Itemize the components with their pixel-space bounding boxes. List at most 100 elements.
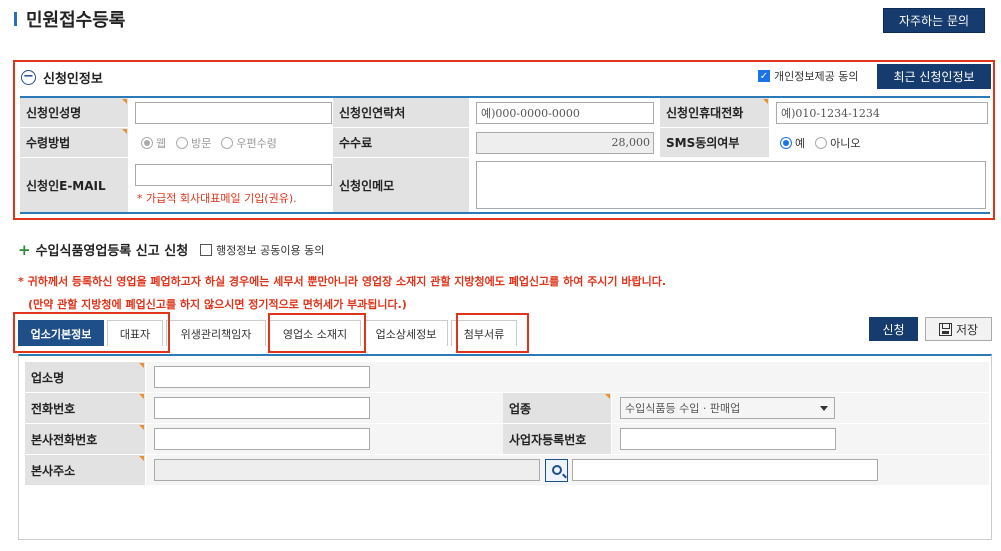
apply-button[interactable]: 신청 xyxy=(869,317,918,341)
biz-reg-input[interactable] xyxy=(620,428,836,450)
closure-notice: * 귀하께서 등록하신 영업을 폐업하고자 하실 경우에는 세무서 뿐만아니라 … xyxy=(18,275,667,288)
recent-applicant-button[interactable]: 최근 신청인정보 xyxy=(877,64,991,89)
receive-cell: 웹 방문 우편수령 xyxy=(129,128,333,157)
collapse-minus-icon[interactable]: − xyxy=(21,69,36,85)
email-label: 신청인E-MAIL xyxy=(26,178,106,193)
fee-label: 수수료 xyxy=(339,136,373,150)
radio-icon[interactable] xyxy=(815,136,828,149)
fee-value: 28,000 xyxy=(476,131,654,154)
memo-cell xyxy=(470,158,990,212)
sms-no-label: 아니오 xyxy=(830,136,861,150)
closure-notice-sub: (만약 관할 지방청에 폐업신고를 하지 않으시면 정기적으로 면허세가 부과됩… xyxy=(28,298,407,311)
biz-reg-cell xyxy=(612,424,989,455)
hq-phone-input[interactable] xyxy=(154,428,370,450)
receive-mail-radio[interactable]: 우편수령 xyxy=(221,135,277,151)
required-marker-icon xyxy=(122,99,127,104)
contact-cell: 예)000-0000-0000 xyxy=(470,98,660,127)
receive-visit-radio[interactable]: 방문 xyxy=(176,135,211,151)
tab-details[interactable]: 업소상세정보 xyxy=(364,320,448,346)
sms-header: SMS동의여부 xyxy=(660,128,770,157)
sms-yes-label: 예 xyxy=(795,136,806,150)
hq-address-zip-input[interactable] xyxy=(154,459,540,481)
applicant-contact-input[interactable]: 예)000-0000-0000 xyxy=(476,101,654,124)
name-label: 신청인성명 xyxy=(26,106,82,120)
required-marker-icon xyxy=(605,394,610,399)
biz-reg-header: 사업자등록번호 xyxy=(503,424,612,455)
address-search-button[interactable] xyxy=(545,458,568,482)
applicant-header: − 신청인정보 xyxy=(21,65,103,89)
table-row: 업소명 xyxy=(25,362,989,393)
tab-hygiene-manager[interactable]: 위생관리책임자 xyxy=(166,320,266,346)
fee-cell: 28,000 xyxy=(470,128,660,157)
email-header: 신청인E-MAIL xyxy=(20,158,129,212)
memo-label: 신청인메모 xyxy=(339,178,395,193)
applicant-email-input[interactable] xyxy=(135,164,332,186)
checkbox-checked-icon[interactable]: ✓ xyxy=(758,70,770,82)
biz-type-select[interactable]: 수입식품등 수입 · 판매업 xyxy=(620,397,835,419)
plus-icon: + xyxy=(18,240,31,259)
table-row: 본사전화번호 사업자등록번호 xyxy=(25,424,989,455)
checkbox-icon[interactable] xyxy=(200,243,213,256)
phone-input[interactable] xyxy=(154,397,370,419)
receive-mail-label: 우편수령 xyxy=(236,136,277,150)
hq-phone-header: 본사전화번호 xyxy=(25,424,146,455)
fee-header: 수수료 xyxy=(333,128,470,157)
hq-phone-cell xyxy=(146,424,503,455)
radio-selected-icon[interactable] xyxy=(141,136,153,149)
email-hint: * 가급적 회사대표메일 기입(권유). xyxy=(137,192,297,205)
admin-share-label: 행정정보 공동이용 동의 xyxy=(216,243,325,257)
name-header: 신청인성명 xyxy=(20,98,129,127)
phone-label: 전화번호 xyxy=(31,401,76,416)
hq-address-label: 본사주소 xyxy=(31,463,76,478)
business-section-header: + 수입식품영업등록 신고 신청 행정정보 공동이용 동의 xyxy=(18,240,324,260)
biz-type-header: 업종 xyxy=(503,393,612,424)
highlight-box xyxy=(456,313,529,353)
sms-yes-radio[interactable]: 예 xyxy=(780,135,805,151)
business-info-panel: 업소명 전화번호 업종 수입식품등 수입 · 판매업 본사전화번호 사업자등록번… xyxy=(18,354,992,540)
applicant-name-input[interactable] xyxy=(135,101,332,124)
highlight-box xyxy=(13,312,170,353)
required-marker-icon xyxy=(122,129,127,134)
table-row: 본사주소 xyxy=(25,455,989,486)
table-row: 신청인성명 신청인연락처 예)000-0000-0000 신청인휴대전화 예)0… xyxy=(20,98,990,128)
hq-address-detail-input[interactable] xyxy=(572,459,878,481)
hq-phone-label: 본사전화번호 xyxy=(31,432,98,447)
radio-icon[interactable] xyxy=(176,136,189,149)
biz-type-label: 업종 xyxy=(509,401,532,416)
applicant-mobile-input[interactable]: 예)010-1234-1234 xyxy=(776,101,988,124)
privacy-consent-checkbox[interactable]: ✓ 개인정보제공 동의 xyxy=(758,68,858,84)
applicant-title: 신청인정보 xyxy=(43,71,103,87)
title-accent-bar xyxy=(14,12,17,26)
faq-button[interactable]: 자주하는 문의 xyxy=(883,8,985,33)
biz-type-cell: 수입식품등 수입 · 판매업 xyxy=(612,393,989,424)
mobile-label: 신청인휴대전화 xyxy=(666,106,744,120)
save-disk-icon xyxy=(938,322,952,336)
table-row: 전화번호 업종 수입식품등 수입 · 판매업 xyxy=(25,393,989,424)
contact-label: 신청인연락처 xyxy=(339,106,406,120)
privacy-consent-label: 개인정보제공 동의 xyxy=(774,70,859,83)
phone-cell xyxy=(146,393,503,424)
business-info-table: 업소명 전화번호 업종 수입식품등 수입 · 판매업 본사전화번호 사업자등록번… xyxy=(25,362,989,486)
phone-header: 전화번호 xyxy=(25,393,146,424)
applicant-memo-textarea[interactable] xyxy=(476,161,986,209)
page-header: 민원접수등록 xyxy=(14,6,125,32)
sms-cell: 예 아니오 xyxy=(770,128,990,157)
biz-type-value: 수입식품등 수입 · 판매업 xyxy=(625,402,741,415)
hq-address-header: 본사주소 xyxy=(25,455,146,486)
biz-name-input[interactable] xyxy=(154,366,370,388)
admin-share-checkbox[interactable]: 행정정보 공동이용 동의 xyxy=(200,242,324,258)
table-row: 수령방법 웹 방문 우편수령 수수료 28,000 SMS동의여부 예 아니오 xyxy=(20,128,990,158)
page-title: 민원접수등록 xyxy=(26,10,126,31)
sms-label: SMS동의여부 xyxy=(666,136,740,150)
required-marker-icon xyxy=(763,99,768,104)
search-icon xyxy=(551,465,562,475)
radio-selected-icon[interactable] xyxy=(780,136,792,149)
required-marker-icon xyxy=(139,456,144,461)
save-button[interactable]: 저장 xyxy=(925,317,992,341)
sms-no-radio[interactable]: 아니오 xyxy=(815,135,861,151)
receive-label: 수령방법 xyxy=(26,136,71,150)
biz-name-header: 업소명 xyxy=(25,362,146,393)
chevron-down-icon xyxy=(820,406,828,411)
radio-icon[interactable] xyxy=(221,136,234,149)
receive-web-radio[interactable]: 웹 xyxy=(141,135,166,151)
